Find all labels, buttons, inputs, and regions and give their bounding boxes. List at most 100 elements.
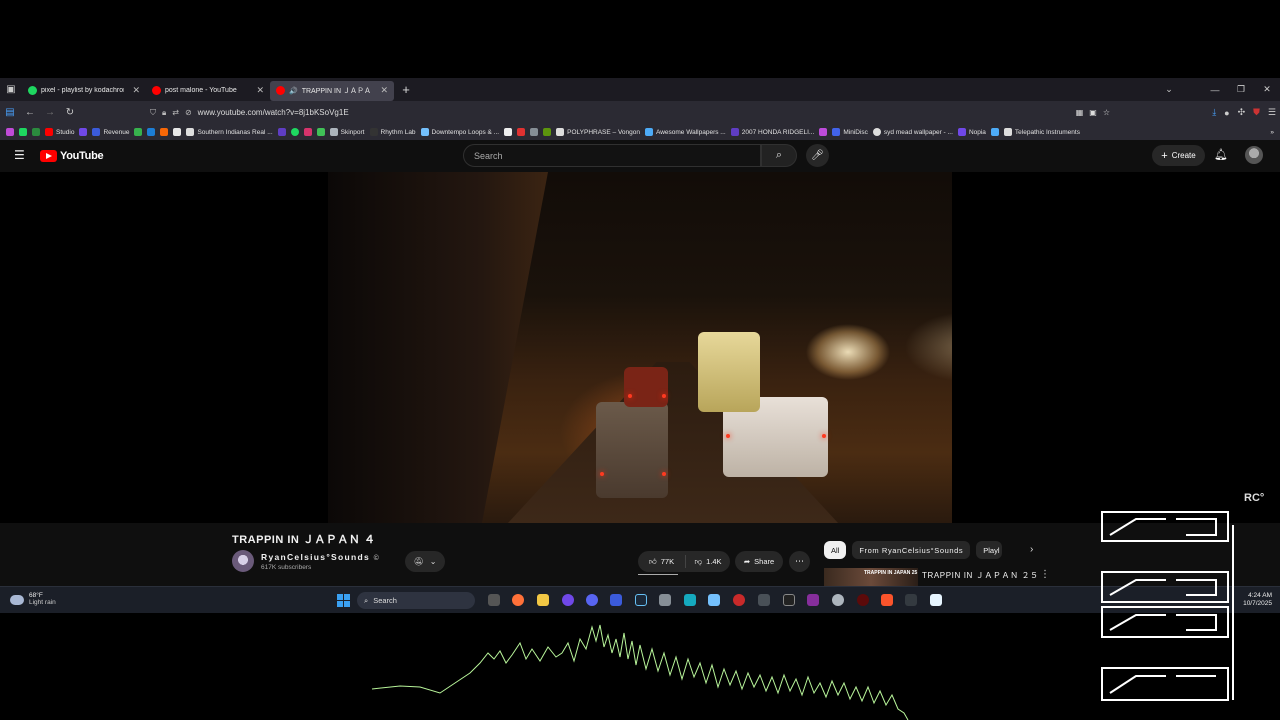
tab-trappin-in-japan[interactable]: 🔊 TRAPPIN IN ＪＡＰＡＮ ４ ✕ <box>270 80 394 101</box>
bookmark-icon-only[interactable] <box>32 128 40 136</box>
discord-icon[interactable] <box>586 594 598 606</box>
autoplay-icon[interactable]: ⊘ <box>185 108 192 118</box>
create-button[interactable]: + Create <box>1152 145 1205 166</box>
notifications-bell-icon[interactable]: 🔔︎ <box>1214 148 1228 161</box>
extension-icon[interactable]: ● <box>1224 108 1229 118</box>
close-icon[interactable]: ✕ <box>256 85 264 96</box>
bookmark-rhythm-lab[interactable]: Rhythm Lab <box>369 128 416 136</box>
bookmark-minidisc[interactable]: MiniDisc <box>832 128 868 136</box>
menu-icon[interactable]: ☰ <box>1268 107 1276 118</box>
app-icon[interactable] <box>758 594 770 606</box>
bookmark-icon-only[interactable] <box>819 128 828 136</box>
forward-icon[interactable]: → <box>40 107 60 118</box>
subscribed-button[interactable]: 🔕︎ ⌄ <box>405 551 445 572</box>
more-actions-button[interactable]: ⋯ <box>789 551 810 572</box>
steam-icon[interactable] <box>635 594 647 606</box>
url-text[interactable]: www.youtube.com/watch?v=8j1bKSoVg1E <box>198 108 349 117</box>
reader-view-icon[interactable]: ▦ <box>1076 108 1084 117</box>
bookmark-icon-only[interactable] <box>134 128 143 136</box>
search-input[interactable]: Search <box>463 144 761 167</box>
close-icon[interactable]: ✕ <box>132 85 140 96</box>
bookmark-awesome-wallpapers[interactable]: Awesome Wallpapers ... <box>645 128 726 136</box>
back-icon[interactable]: ← <box>20 107 40 118</box>
bookmark-skinport[interactable]: Skinport <box>329 128 365 136</box>
speaker-icon[interactable]: 🔊 <box>289 87 298 95</box>
bookmark-studio[interactable]: Studio <box>45 128 74 136</box>
firefox-icon[interactable] <box>512 594 524 606</box>
url-bar[interactable]: ⛉ 🔒︎ ⇄ ⊘ www.youtube.com/watch?v=8j1bKSo… <box>150 103 1110 122</box>
chip-from-channel[interactable]: From RyanCelsius°Sounds <box>852 541 971 559</box>
hamburger-menu-icon[interactable]: ☰ <box>14 149 26 161</box>
tab-spotify[interactable]: pixel - playlist by kodachrome85 ✕ <box>22 81 146 101</box>
channel-name-text[interactable]: RyanCelsius°Sounds <box>261 552 370 562</box>
chip-playlists[interactable]: Playl <box>976 541 1003 559</box>
bookmark-icon-only[interactable] <box>6 128 14 136</box>
bookmark-icon-only[interactable] <box>277 128 286 136</box>
bookmark-icon-only[interactable] <box>290 128 299 136</box>
chevron-right-icon[interactable]: › <box>1030 544 1033 555</box>
windows-start-icon[interactable] <box>337 594 350 607</box>
reload-icon[interactable]: ↻ <box>60 107 80 118</box>
recommendation-title[interactable]: TRAPPIN IN ＪＡＰＡＮ ２５ <box>922 570 1039 581</box>
pip-icon[interactable]: ▣ <box>1089 108 1097 117</box>
bookmark-icon-only[interactable] <box>173 128 182 136</box>
bookmark-star-icon[interactable]: ☆ <box>1103 108 1110 117</box>
app-icon[interactable] <box>857 594 869 606</box>
app-icon[interactable] <box>807 594 819 606</box>
permissions-icon[interactable]: ⇄ <box>172 108 179 118</box>
chip-all[interactable]: All <box>824 541 847 559</box>
channel-watermark[interactable]: RC° <box>1244 492 1264 504</box>
app-icon[interactable] <box>659 594 671 606</box>
minimize-icon[interactable]: — <box>1202 85 1228 95</box>
tab-list-icon[interactable]: ▣ <box>0 78 22 101</box>
voice-search-button[interactable]: 🎤︎ <box>806 144 829 167</box>
bookmark-downtempo[interactable]: Downtempo Loops & ... <box>420 128 499 136</box>
sidebar-icon[interactable]: ▤ <box>0 107 20 118</box>
bookmark-icon-only[interactable] <box>990 128 999 136</box>
app-icon[interactable] <box>708 594 720 606</box>
app-icon[interactable] <box>684 594 696 606</box>
app-icon[interactable] <box>783 594 795 606</box>
dislike-button[interactable]: 👎︎ 1.4K <box>686 557 730 567</box>
bookmark-honda-ridgeline[interactable]: 2007 HONDA RIDGELI... <box>730 128 814 136</box>
close-window-icon[interactable]: ✕ <box>1254 84 1280 95</box>
like-button[interactable]: 👍︎ 77K <box>638 555 686 568</box>
download-icon[interactable]: ⤓ <box>1212 107 1216 118</box>
app-icon[interactable] <box>562 594 574 606</box>
tab-overflow-icon[interactable]: ⌄ <box>1156 84 1182 95</box>
close-icon[interactable]: ✕ <box>380 85 388 96</box>
new-tab-button[interactable]: + <box>396 82 416 97</box>
taskbar-search[interactable]: ⌕ Search <box>357 592 475 609</box>
account-avatar[interactable] <box>1245 146 1263 164</box>
bookmark-icon-only[interactable] <box>19 128 27 136</box>
bookmark-icon-only[interactable] <box>504 128 513 136</box>
bookmark-icon-only[interactable] <box>303 128 312 136</box>
video-player[interactable]: RC° <box>0 172 1280 523</box>
bookmark-icon-only[interactable] <box>517 128 526 136</box>
video-frame[interactable] <box>328 172 952 523</box>
app-icon[interactable] <box>733 594 745 606</box>
share-button[interactable]: ➦ Share <box>735 551 783 572</box>
app-icon[interactable] <box>930 594 942 606</box>
bookmark-icon-only[interactable] <box>543 128 552 136</box>
shield-icon[interactable]: ⛉ <box>150 108 156 118</box>
weather-widget[interactable]: 68°F Light rain <box>10 592 56 607</box>
puzzle-icon[interactable]: ✣ <box>1238 107 1246 118</box>
bookmark-icon-only[interactable] <box>147 128 156 136</box>
youtube-logo[interactable]: YouTube <box>40 150 104 162</box>
bookmark-southern-indianas[interactable]: Southern Indianas Real ... <box>186 128 273 136</box>
recommendation-thumbnail[interactable]: TRAPPIN IN JAPAN 25 <box>824 568 918 586</box>
bookmark-polyphrase[interactable]: POLYPHRASE – Vongon <box>556 128 640 136</box>
restore-icon[interactable]: ❐ <box>1228 84 1254 95</box>
file-explorer-icon[interactable] <box>537 594 549 606</box>
search-button[interactable]: ⌕ <box>761 144 797 167</box>
channel-name[interactable]: RyanCelsius°Sounds © <box>261 552 380 562</box>
bookmark-icon-only[interactable] <box>316 128 325 136</box>
ublock-icon[interactable]: ⛊ <box>1253 107 1260 118</box>
app-icon[interactable] <box>905 594 917 606</box>
bookmark-revenue[interactable]: Revenue <box>92 128 129 136</box>
more-vertical-icon[interactable]: ⋮ <box>1040 569 1050 580</box>
bookmark-icon-only[interactable] <box>79 128 88 136</box>
settings-icon[interactable] <box>832 594 844 606</box>
bookmark-telepathic-instruments[interactable]: Telepathic Instruments <box>1003 128 1080 136</box>
